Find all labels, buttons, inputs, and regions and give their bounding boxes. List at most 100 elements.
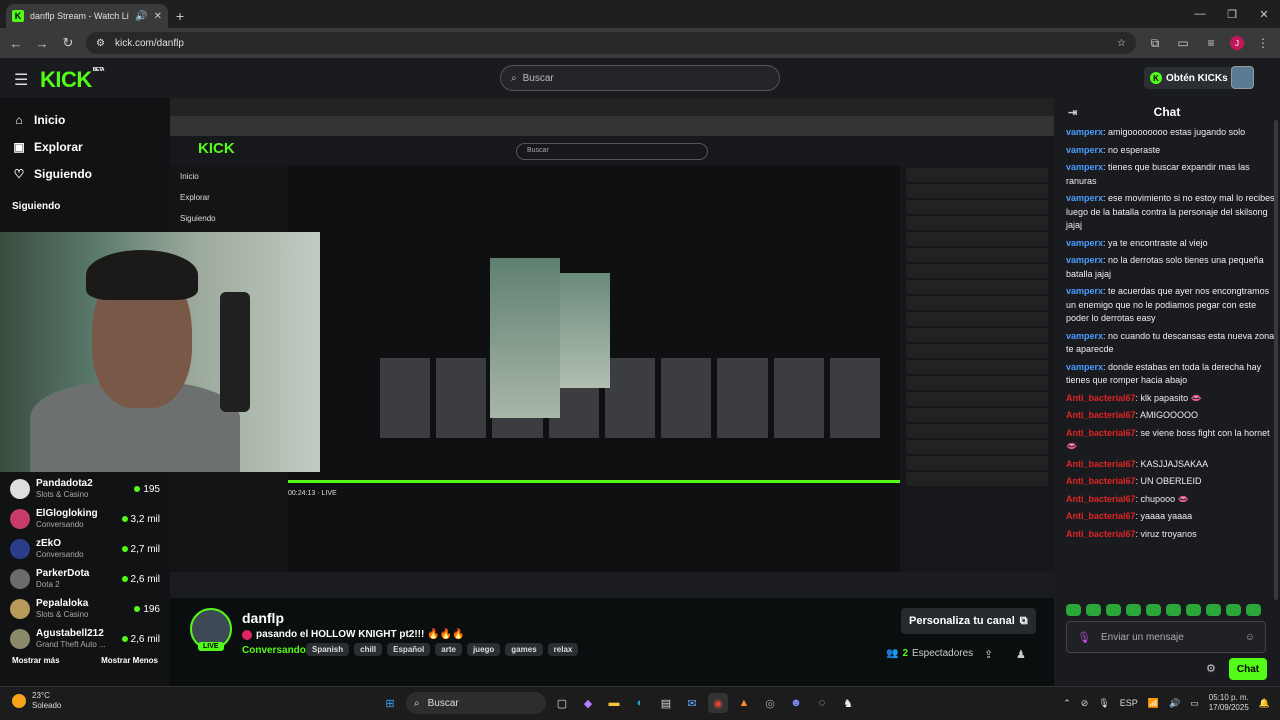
sidebar-streamer[interactable]: ElGlogloking Conversando 3,2 mil	[0, 504, 170, 534]
chat-settings-icon[interactable]: ⚙	[1206, 662, 1216, 675]
share-icon[interactable]: ⇪	[984, 648, 993, 661]
media-icon[interactable]: ≡	[1202, 36, 1220, 50]
emote-icon[interactable]	[1066, 604, 1081, 616]
browser-tab[interactable]: K danflp Stream - Watch Live 🔊 ✕	[6, 4, 168, 28]
chat-username[interactable]: Anti_bacterial67	[1066, 476, 1136, 486]
stream-tag[interactable]: arte	[435, 643, 462, 656]
chat-username[interactable]: Anti_bacterial67	[1066, 459, 1136, 469]
chrome-icon[interactable]: ◉	[708, 693, 728, 713]
forward-icon[interactable]: →	[34, 36, 50, 51]
copilot-icon[interactable]: ◆	[578, 693, 598, 713]
edge-icon[interactable]: ◐	[630, 693, 650, 713]
chat-username[interactable]: Anti_bacterial67	[1066, 410, 1136, 420]
volume-icon[interactable]: 🔊	[1169, 698, 1180, 709]
sidebar-streamer[interactable]: zEkO Conversando 2,7 mil	[0, 534, 170, 564]
tray-app-icon[interactable]: ⊘	[1081, 698, 1089, 709]
menu-dots-icon[interactable]: ⋮	[1254, 36, 1272, 50]
emote-icon[interactable]	[1246, 604, 1261, 616]
streamer-name[interactable]: danflp	[242, 610, 284, 626]
chat-username[interactable]: vamperx	[1066, 145, 1103, 155]
close-window-icon[interactable]: ✕	[1248, 0, 1280, 28]
send-chat-button[interactable]: Chat	[1229, 658, 1267, 680]
sidebar-streamer[interactable]: Agustabell212 Grand Theft Auto ... 2,6 mil	[0, 624, 170, 654]
chat-username[interactable]: vamperx	[1066, 127, 1103, 137]
chat-username[interactable]: vamperx	[1066, 331, 1103, 341]
taskbar-search[interactable]: ⌕ Buscar	[406, 692, 546, 714]
extensions-icon[interactable]: ⧉	[1146, 36, 1164, 51]
obs-icon[interactable]: ◌	[812, 693, 832, 713]
tray-chevron-icon[interactable]: ⌃	[1063, 698, 1071, 709]
close-tab-icon[interactable]: ✕	[154, 11, 162, 22]
emote-icon[interactable]	[1186, 604, 1201, 616]
emote-icon[interactable]	[1126, 604, 1141, 616]
sidebar-item-siguiendo[interactable]: ♡ Siguiendo	[0, 160, 170, 187]
bookmark-star-icon[interactable]: ☆	[1117, 38, 1126, 49]
notification-bell-icon[interactable]: 🔔	[1259, 698, 1270, 709]
chat-username[interactable]: Anti_bacterial67	[1066, 428, 1136, 438]
show-less-button[interactable]: Mostrar Menos	[101, 656, 158, 665]
chat-username[interactable]: Anti_bacterial67	[1066, 511, 1136, 521]
page-scrollbar[interactable]	[1274, 120, 1278, 600]
kick-logo[interactable]: KICKBETA	[40, 67, 105, 93]
stream-category[interactable]: Conversando	[242, 645, 306, 656]
url-field[interactable]: ⚙ kick.com/danflp ☆	[86, 32, 1136, 54]
windows-start-icon[interactable]: ⊞	[380, 693, 400, 713]
sidebar-streamer[interactable]: Pepalaloka Slots & Casino 196	[0, 594, 170, 624]
chat-username[interactable]: Anti_bacterial67	[1066, 529, 1136, 539]
site-info-icon[interactable]: ⚙	[96, 38, 105, 49]
emote-icon[interactable]	[1106, 604, 1121, 616]
sidebar-streamer[interactable]: ParkerDota Dota 2 2,6 mil	[0, 564, 170, 594]
sidebar-item-explorar[interactable]: ▣ Explorar	[0, 133, 170, 160]
emote-icon[interactable]	[1166, 604, 1181, 616]
emote-icon[interactable]	[1146, 604, 1161, 616]
chat-username[interactable]: vamperx	[1066, 193, 1103, 203]
follow-user-icon[interactable]: ♟	[1016, 648, 1026, 661]
collapse-chat-icon[interactable]: ⇥	[1068, 106, 1077, 119]
stream-tag[interactable]: Español	[387, 643, 431, 656]
tray-mic-icon[interactable]: 🎙	[1098, 698, 1109, 709]
chat-username[interactable]: vamperx	[1066, 362, 1103, 372]
back-icon[interactable]: ←	[8, 36, 24, 51]
stream-tag[interactable]: chill	[354, 643, 383, 656]
brave-icon[interactable]: ▲	[734, 693, 754, 713]
reload-icon[interactable]: ↻	[60, 35, 76, 51]
search-input[interactable]: ⌕ Buscar	[500, 65, 780, 91]
stream-tag[interactable]: games	[505, 643, 543, 656]
battery-icon[interactable]: ▭	[1190, 698, 1199, 709]
stream-tag[interactable]: relax	[547, 643, 579, 656]
stream-tag[interactable]: juego	[466, 643, 501, 656]
wifi-icon[interactable]: 📶	[1148, 698, 1159, 709]
chat-username[interactable]: vamperx	[1066, 238, 1103, 248]
hollow-knight-icon[interactable]: ♞	[838, 693, 858, 713]
stream-tag[interactable]: Spanish	[306, 643, 350, 656]
maximize-icon[interactable]: ❐	[1216, 0, 1248, 28]
chat-input[interactable]: 🎙 Enviar un mensaje ☺	[1066, 621, 1266, 653]
language-indicator[interactable]: ESP	[1120, 698, 1138, 708]
emote-icon[interactable]	[1226, 604, 1241, 616]
show-more-button[interactable]: Mostrar más	[12, 656, 60, 665]
sidebar-item-inicio[interactable]: ⌂ Inicio	[0, 106, 170, 133]
emote-icon[interactable]	[1206, 604, 1221, 616]
store-icon[interactable]: ▤	[656, 693, 676, 713]
discord-icon[interactable]: ☻	[786, 693, 806, 713]
get-kicks-button[interactable]: K Obtén KICKs	[1144, 67, 1234, 89]
chat-username[interactable]: Anti_bacterial67	[1066, 393, 1136, 403]
clock[interactable]: 05:10 p. m. 17/09/2025	[1209, 693, 1249, 714]
task-view-icon[interactable]: ▢	[552, 693, 572, 713]
chat-username[interactable]: vamperx	[1066, 162, 1103, 172]
speaker-icon[interactable]: 🔊	[135, 11, 147, 22]
chat-username[interactable]: vamperx	[1066, 255, 1103, 265]
minimize-icon[interactable]: —	[1184, 0, 1216, 28]
hamburger-menu-icon[interactable]: ☰	[14, 70, 28, 90]
emoji-icon[interactable]: ☺	[1245, 632, 1255, 643]
new-tab-button[interactable]: +	[168, 4, 192, 28]
cast-icon[interactable]: ▭	[1174, 36, 1192, 50]
file-explorer-icon[interactable]: ▬	[604, 693, 624, 713]
chat-username[interactable]: Anti_bacterial67	[1066, 494, 1136, 504]
steam-icon[interactable]: ◎	[760, 693, 780, 713]
weather-widget[interactable]: 23°C Soleado	[12, 691, 61, 712]
user-avatar[interactable]	[1231, 66, 1254, 89]
profile-avatar[interactable]: J	[1230, 36, 1244, 50]
sidebar-streamer[interactable]: Pandadota2 Slots & Casino 195	[0, 474, 170, 504]
chat-username[interactable]: vamperx	[1066, 286, 1103, 296]
